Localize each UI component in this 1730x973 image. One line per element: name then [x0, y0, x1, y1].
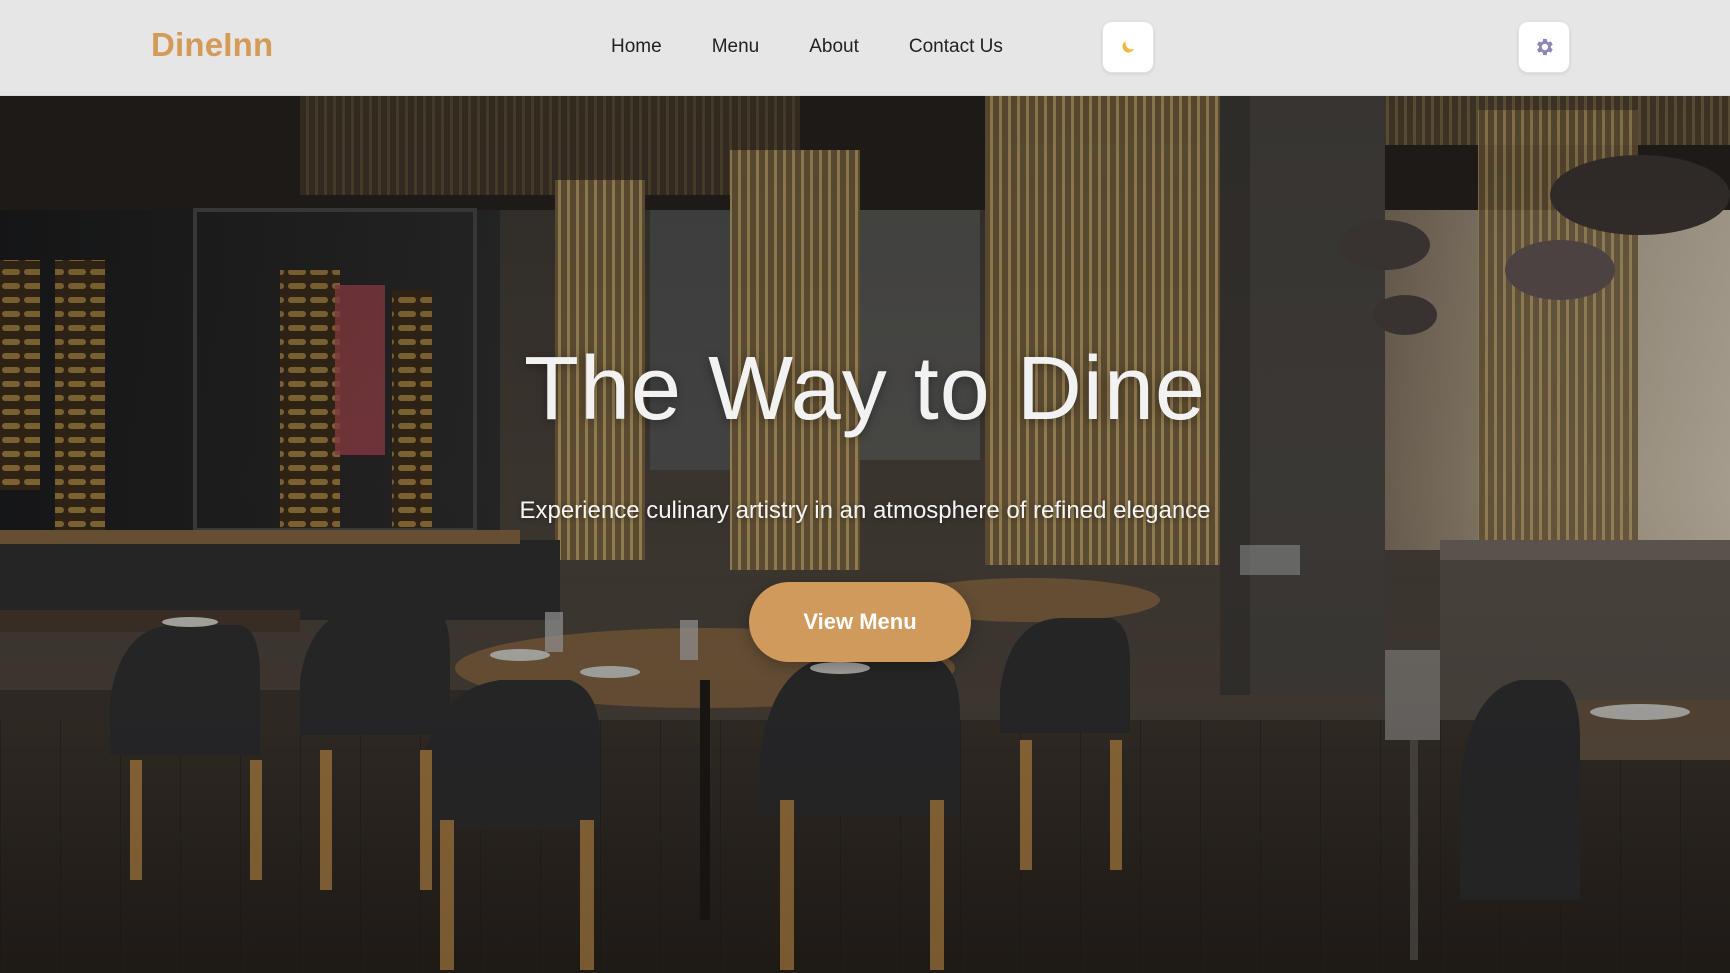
nav-link-menu[interactable]: Menu — [712, 36, 760, 58]
hero-title: The Way to Dine — [524, 339, 1206, 439]
settings-button[interactable] — [1518, 21, 1570, 73]
navbar: DineInn Home Menu About Contact Us — [0, 0, 1730, 96]
gear-icon — [1537, 38, 1553, 56]
hero-subtitle: Experience culinary artistry in an atmos… — [519, 497, 1211, 524]
hero-overlay — [0, 0, 1730, 973]
nav-link-home[interactable]: Home — [611, 36, 662, 58]
nav-links: Home Menu About Contact Us — [611, 36, 1003, 58]
nav-link-about[interactable]: About — [809, 36, 859, 58]
brand-logo[interactable]: DineInn — [151, 26, 273, 64]
hero-section: The Way to Dine Experience culinary arti… — [0, 0, 1730, 973]
view-menu-button[interactable]: View Menu — [749, 582, 971, 662]
nav-link-contact-us[interactable]: Contact Us — [909, 36, 1003, 58]
moon-icon — [1122, 41, 1134, 53]
theme-toggle-button[interactable] — [1102, 21, 1154, 73]
